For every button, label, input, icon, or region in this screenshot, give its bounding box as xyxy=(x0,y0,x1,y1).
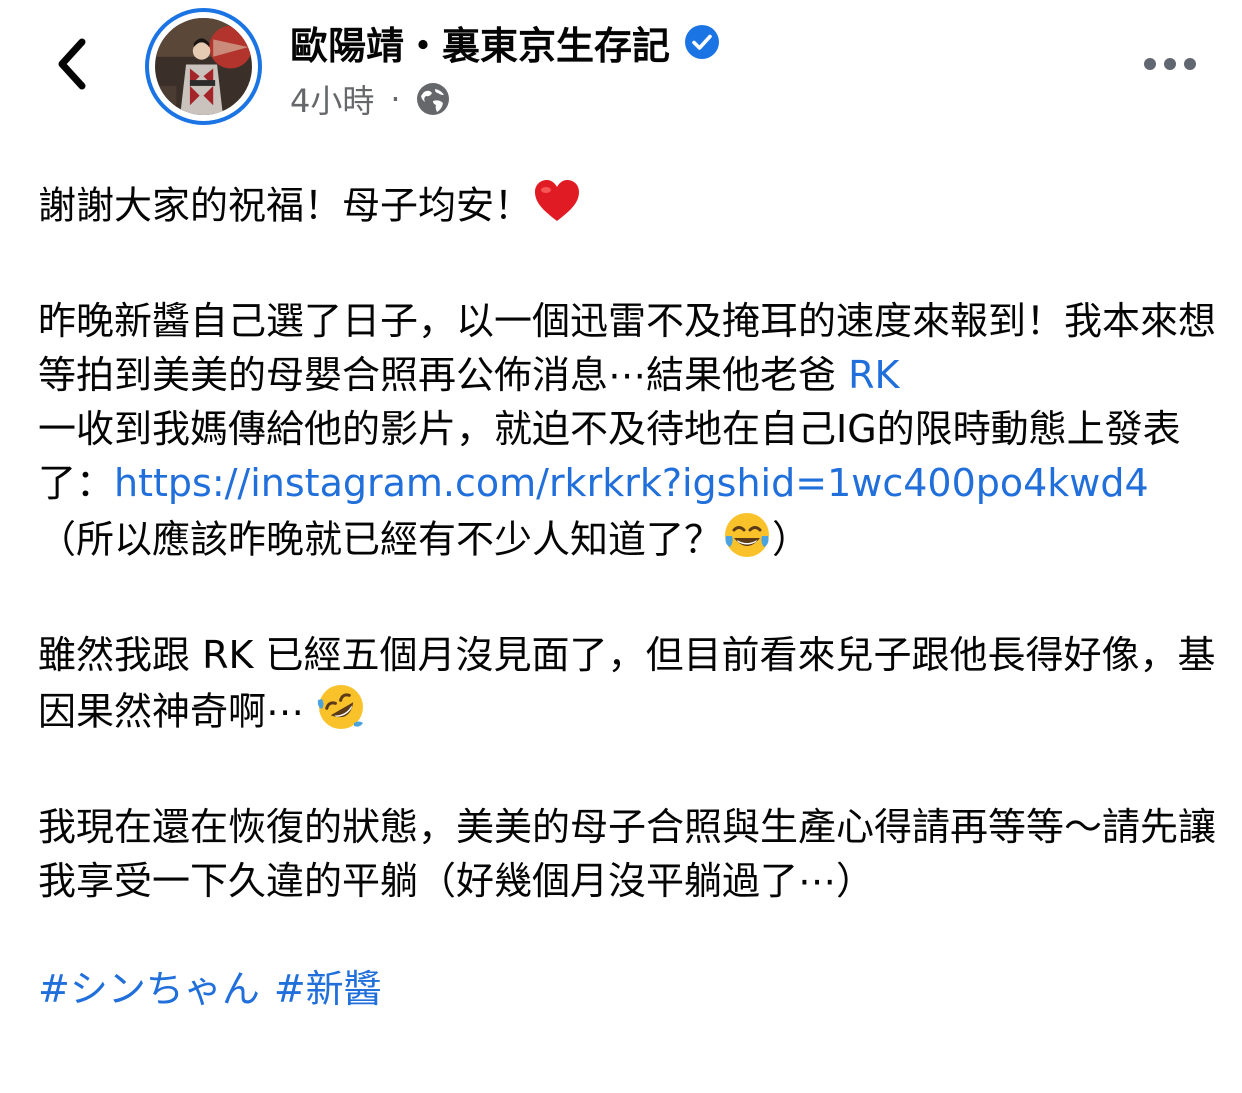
avatar-image xyxy=(155,18,252,115)
post-header: 歐陽靖・裏東京生存記 4小時 · xyxy=(0,0,1242,140)
page-avatar[interactable] xyxy=(145,8,262,125)
meta-separator: · xyxy=(390,80,401,118)
page-name[interactable]: 歐陽靖・裏東京生存記 xyxy=(290,15,670,70)
post-paragraph: 昨晚新醬自己選了日子，以一個迅雷不及掩耳的速度來報到！我本來想等拍到美美的母嬰合… xyxy=(38,294,1218,574)
instagram-link[interactable]: https://instagram.com/rkrkrk?igshid=1wc4… xyxy=(114,461,1149,505)
red-heart-emoji xyxy=(532,176,582,240)
chevron-left-icon xyxy=(58,38,86,90)
hashtag-link[interactable]: #シンちゃん xyxy=(38,967,260,1011)
hashtag-link[interactable]: #新醬 xyxy=(274,967,382,1011)
globe-icon[interactable] xyxy=(415,81,451,117)
post-text: ） xyxy=(772,517,811,562)
post-paragraph: 謝謝大家的祝福！母子均安！ xyxy=(38,176,1218,240)
hashtag-list: #シンちゃん #新醬 xyxy=(38,962,1218,1016)
more-horizontal-icon xyxy=(1144,58,1196,70)
post-text: （所以應該昨晚就已經有不少人知道了？ xyxy=(38,517,723,562)
post-paragraph: 我現在還在恢復的狀態，美美的母子合照與生產心得請再等等～請先讓我享受一下久違的平… xyxy=(38,800,1218,908)
post-text: 昨晚新醬自己選了日子，以一個迅雷不及掩耳的速度來報到！我本來想等拍到美美的母嬰合… xyxy=(38,299,1217,397)
rolling-on-floor-laughing-emoji xyxy=(316,682,366,746)
post-body: 謝謝大家的祝福！母子均安！ 昨晚新醬自己選了日子，以一個迅雷不及掩耳的速度來報到… xyxy=(38,176,1218,1016)
post-text: 我現在還在恢復的狀態，美美的母子合照與生產心得請再等等～請先讓我享受一下久違的平… xyxy=(38,805,1217,903)
back-button[interactable] xyxy=(46,34,98,94)
post-timestamp[interactable]: 4小時 xyxy=(290,76,374,122)
page-name-row: 歐陽靖・裏東京生存記 xyxy=(290,16,720,68)
verified-badge-icon xyxy=(684,24,720,60)
more-options-button[interactable] xyxy=(1140,44,1200,84)
tears-of-joy-emoji xyxy=(722,510,772,574)
post-meta: 4小時 · xyxy=(290,78,451,120)
mention-link[interactable]: RK xyxy=(848,353,899,397)
post-text: 謝謝大家的祝福！母子均安！ xyxy=(38,183,533,228)
post-text: 雖然我跟 RK 已經五個月沒見面了，但目前看來兒子跟他長得好像，基因果然神奇啊⋯ xyxy=(38,633,1216,734)
post-paragraph: 雖然我跟 RK 已經五個月沒見面了，但目前看來兒子跟他長得好像，基因果然神奇啊⋯ xyxy=(38,628,1218,746)
